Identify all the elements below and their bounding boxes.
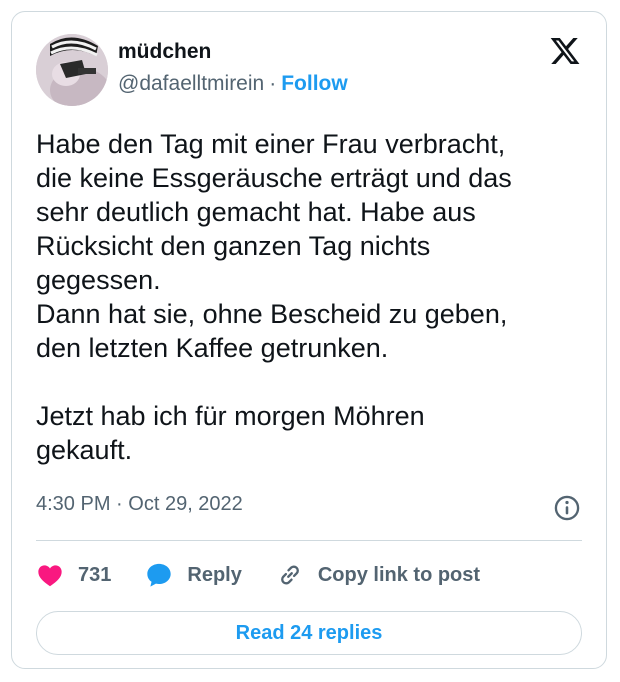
avatar-image xyxy=(36,34,108,106)
reply-button[interactable]: Reply xyxy=(145,561,242,589)
avatar[interactable] xyxy=(36,34,108,106)
author-name[interactable]: müdchen xyxy=(118,40,211,64)
info-icon[interactable] xyxy=(553,494,581,522)
author-handle[interactable]: @dafaelltmirein xyxy=(118,72,264,95)
tweet-text: Habe den Tag mit einer Frau verbracht, d… xyxy=(36,129,512,465)
author-handle-row: @dafaelltmirein · Follow xyxy=(118,72,348,96)
tweet-card: müdchen @dafaelltmirein · Follow Habe den … xyxy=(11,11,607,669)
divider xyxy=(36,540,582,541)
separator: · xyxy=(269,72,277,95)
reply-label: Reply xyxy=(187,563,242,586)
read-replies-button[interactable]: Read 24 replies xyxy=(36,611,582,655)
follow-button[interactable]: Follow xyxy=(281,72,348,95)
like-count: 731 xyxy=(78,563,112,586)
speech-bubble-icon xyxy=(147,563,172,587)
tweet-date: Oct 29, 2022 xyxy=(128,493,243,515)
copy-link-label: Copy link to post xyxy=(317,563,481,586)
x-logo-icon[interactable] xyxy=(549,35,581,67)
like-button[interactable]: 731 xyxy=(36,561,111,589)
action-bar: 731 Reply Copy link to post xyxy=(36,557,514,593)
separator: · xyxy=(116,493,123,515)
tweet-time: 4:30 PM xyxy=(36,493,111,515)
heart-icon xyxy=(38,565,62,587)
tweet-timestamp[interactable]: 4:30 PM · Oct 29, 2022 xyxy=(36,493,243,516)
copy-link-button[interactable]: Copy link to post xyxy=(276,561,480,589)
link-icon xyxy=(280,565,299,585)
